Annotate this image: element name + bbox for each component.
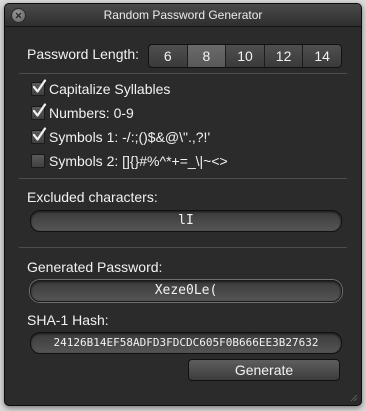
generated-password-label: Generated Password: (27, 259, 163, 275)
excluded-characters-label: Excluded characters: (27, 189, 158, 205)
checkmark-icon (32, 127, 47, 141)
length-option-6[interactable]: 6 (149, 45, 187, 67)
sha1-hash-label: SHA-1 Hash: (27, 312, 109, 328)
separator (19, 73, 347, 74)
password-length-selector: 6 8 10 12 14 (148, 44, 342, 68)
symbols-1-checkbox[interactable] (31, 127, 47, 144)
password-generator-window: Random Password Generator Password Lengt… (4, 3, 362, 406)
password-length-label: Password Length: (27, 46, 140, 62)
length-option-10[interactable]: 10 (225, 45, 264, 67)
symbols-1-option[interactable]: Symbols 1: -/:;()$&@\".,?!' (31, 127, 211, 146)
excluded-characters-field[interactable]: lI (30, 210, 342, 232)
symbols-1-label: Symbols 1: -/:;()$&@\".,?!' (49, 129, 211, 145)
numbers-label: Numbers: 0-9 (49, 105, 134, 121)
symbols-2-option[interactable]: Symbols 2: []{}#%^*+=_\|~<> (31, 152, 228, 170)
capitalize-syllables-option[interactable]: Capitalize Syllables (31, 79, 171, 98)
capitalize-syllables-checkbox[interactable] (31, 79, 47, 96)
length-option-12[interactable]: 12 (263, 45, 303, 67)
symbols-2-checkbox[interactable] (31, 154, 45, 168)
generate-button[interactable]: Generate (188, 359, 340, 381)
numbers-option[interactable]: Numbers: 0-9 (31, 103, 134, 122)
generated-password-field[interactable]: Xeze0Le( (30, 280, 342, 302)
numbers-checkbox[interactable] (31, 103, 47, 120)
symbols-2-label: Symbols 2: []{}#%^*+=_\|~<> (49, 153, 228, 169)
window-title: Random Password Generator (103, 8, 263, 22)
checkmark-icon (32, 79, 47, 93)
capitalize-syllables-label: Capitalize Syllables (49, 81, 171, 97)
length-option-8[interactable]: 8 (186, 45, 226, 67)
checkmark-icon (32, 103, 47, 117)
title-bar[interactable]: Random Password Generator (5, 4, 361, 27)
length-option-14[interactable]: 14 (302, 45, 341, 67)
separator (19, 178, 347, 179)
sha1-hash-field[interactable]: 24126B14EF58ADFD3FDCDC605F0B666EE3B27632 (30, 332, 342, 354)
resize-grip-icon[interactable] (348, 392, 358, 402)
separator (19, 247, 347, 248)
